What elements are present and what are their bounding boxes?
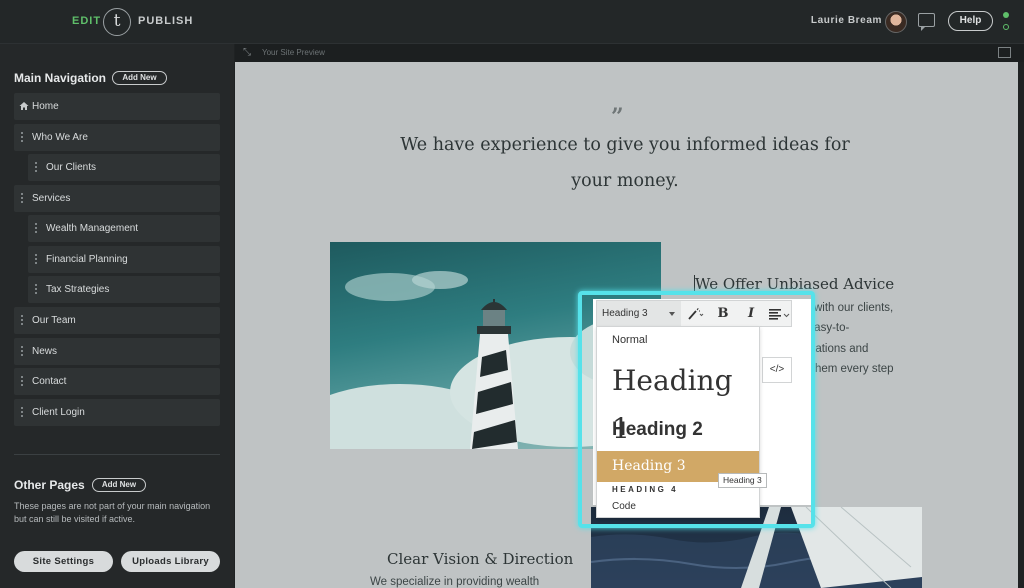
drag-handle-icon[interactable] bbox=[21, 131, 23, 143]
italic-button[interactable]: I bbox=[741, 301, 761, 326]
edit-mode-tab[interactable]: EDIT bbox=[72, 15, 101, 27]
vision-heading[interactable]: Clear Vision & Direction bbox=[387, 550, 573, 568]
drag-handle-icon[interactable] bbox=[35, 253, 37, 265]
sidebar-item-label: News bbox=[32, 346, 58, 357]
format-option-heading-2[interactable]: Heading 2 bbox=[597, 415, 759, 445]
sidebar-divider bbox=[14, 454, 220, 455]
magic-wand-svg bbox=[688, 308, 704, 320]
sidebar-item-wealth-management[interactable]: Wealth Management bbox=[28, 215, 220, 242]
format-option-normal[interactable]: Normal bbox=[597, 331, 759, 349]
chevron-down-icon bbox=[669, 312, 675, 316]
code-view-button[interactable]: </> bbox=[762, 357, 792, 383]
drag-handle-icon[interactable] bbox=[35, 283, 37, 295]
align-dropdown[interactable] bbox=[767, 301, 791, 326]
drag-handle-icon[interactable] bbox=[35, 222, 37, 234]
add-new-page-button[interactable]: Add New bbox=[112, 71, 167, 85]
preview-label: Your Site Preview bbox=[262, 48, 325, 57]
fullscreen-icon[interactable] bbox=[998, 47, 1011, 58]
format-select-value: Heading 3 bbox=[602, 308, 648, 319]
drag-handle-icon[interactable] bbox=[35, 161, 37, 173]
offer-text-line: with our clients, bbox=[814, 302, 894, 314]
status-dot-icon bbox=[1003, 24, 1009, 30]
quote-text[interactable]: We have experience to give you informed … bbox=[380, 127, 870, 199]
format-option-heading-1[interactable]: Heading 1 bbox=[597, 357, 759, 445]
sidebar-item-label: Our Clients bbox=[46, 162, 97, 173]
status-indicator bbox=[1003, 12, 1009, 32]
sidebar-item-our-team[interactable]: Our Team bbox=[14, 307, 220, 334]
add-other-page-button[interactable]: Add New bbox=[92, 478, 146, 492]
sidebar-item-label: Tax Strategies bbox=[46, 284, 110, 295]
sidebar-item-contact[interactable]: Contact bbox=[14, 368, 220, 395]
uploads-library-button[interactable]: Uploads Library bbox=[121, 551, 220, 572]
site-settings-button[interactable]: Site Settings bbox=[14, 551, 113, 572]
drag-handle-icon[interactable] bbox=[21, 192, 23, 204]
other-pages-title: Other Pages bbox=[14, 478, 85, 492]
drag-handle-icon[interactable] bbox=[21, 406, 23, 418]
format-dropdown-menu: Normal Heading 1 Heading 2 Heading 3 HEA… bbox=[596, 326, 760, 518]
sidebar-item-label: Our Team bbox=[32, 315, 76, 326]
app-logo[interactable]: t bbox=[103, 8, 131, 36]
preview-bar: ⤡ Your Site Preview bbox=[235, 44, 1024, 62]
drag-handle-icon[interactable] bbox=[21, 345, 23, 357]
sidebar-item-tax-strategies[interactable]: Tax Strategies bbox=[28, 276, 220, 303]
sidebar-item-label: Financial Planning bbox=[46, 254, 128, 265]
sidebar-item-financial-planning[interactable]: Financial Planning bbox=[28, 246, 220, 273]
main-navigation-title: Main Navigation bbox=[14, 71, 107, 85]
sidebar-item-label: Wealth Management bbox=[46, 223, 139, 234]
sidebar-item-label: Home bbox=[32, 101, 59, 112]
format-option-code[interactable]: Code bbox=[597, 499, 759, 515]
sidebar-item-home[interactable]: Home bbox=[14, 93, 220, 120]
align-left-icon bbox=[769, 309, 790, 320]
home-icon bbox=[19, 102, 29, 110]
status-dot-icon bbox=[1003, 12, 1009, 18]
bold-button[interactable]: B bbox=[713, 301, 733, 326]
drag-handle-icon[interactable] bbox=[21, 314, 23, 326]
sidebar-item-who-we-are[interactable]: Who We Are bbox=[14, 124, 220, 151]
sidebar-item-news[interactable]: News bbox=[14, 338, 220, 365]
avatar[interactable] bbox=[885, 11, 907, 33]
tooltip: Heading 3 bbox=[718, 473, 767, 488]
chat-icon[interactable] bbox=[918, 13, 935, 31]
editor-toolbar: Heading 3 B I bbox=[596, 300, 792, 327]
magic-wand-icon[interactable] bbox=[685, 301, 707, 326]
sidebar-item-client-login[interactable]: Client Login bbox=[14, 399, 220, 426]
format-select[interactable]: Heading 3 bbox=[597, 301, 681, 326]
other-pages-note: These pages are not part of your main na… bbox=[14, 501, 211, 524]
sidebar-item-services[interactable]: Services bbox=[14, 185, 220, 212]
vision-text: We specialize in providing wealth bbox=[370, 576, 540, 588]
help-button[interactable]: Help bbox=[948, 11, 993, 31]
sidebar-item-our-clients[interactable]: Our Clients bbox=[28, 154, 220, 181]
user-name[interactable]: Laurie Bream bbox=[790, 15, 882, 26]
sidebar-item-label: Contact bbox=[32, 376, 67, 387]
sidebar-item-label: Client Login bbox=[32, 407, 85, 418]
sidebar-item-label: Who We Are bbox=[32, 132, 88, 143]
expand-arrows-icon[interactable]: ⤡ bbox=[243, 47, 251, 58]
sidebar: Main Navigation Add New Home Who We Are … bbox=[0, 44, 234, 588]
top-bar: EDIT t PUBLISH Laurie Bream Help bbox=[0, 0, 1024, 44]
sidebar-item-label: Services bbox=[32, 193, 71, 204]
drag-handle-icon[interactable] bbox=[21, 375, 23, 387]
publish-tab[interactable]: PUBLISH bbox=[138, 15, 193, 27]
